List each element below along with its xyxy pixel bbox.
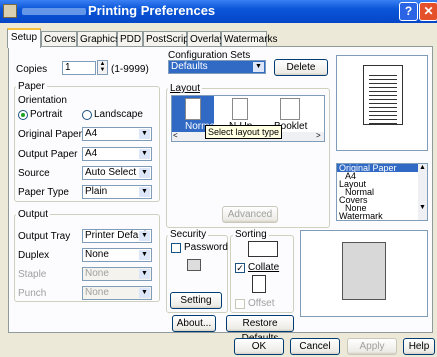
chevron-down-icon: ▼ <box>139 231 150 241</box>
duplex-select[interactable]: None ▼ <box>82 248 152 262</box>
scroll-left-icon[interactable]: < <box>173 131 178 140</box>
landscape-label: Landscape <box>94 109 143 120</box>
config-sets-select[interactable]: Defaults ▼ <box>168 60 266 74</box>
duplex-label: Duplex <box>18 250 50 261</box>
punch-label: Punch <box>18 288 47 299</box>
tab-graphics[interactable]: Graphics <box>77 31 120 47</box>
chevron-down-icon: ▼ <box>139 149 150 159</box>
paper-type-value: Plain <box>85 186 108 197</box>
offset-checkbox[interactable] <box>235 299 245 309</box>
collate-pages-icon <box>248 241 278 257</box>
output-tray-select[interactable]: Printer Default ▼ <box>82 229 152 243</box>
copies-input[interactable]: 1 <box>62 61 96 75</box>
about-button[interactable]: About... <box>172 315 216 332</box>
source-select[interactable]: Auto Select ▼ <box>82 166 152 180</box>
offset-label: Offset <box>248 298 275 309</box>
copies-range: (1-9999) <box>111 64 149 75</box>
chevron-down-icon: ▼ <box>139 187 150 197</box>
collate-label: Collate <box>248 262 280 273</box>
sorting-group-title: Sorting <box>233 229 269 240</box>
paper-type-label: Paper Type <box>18 187 69 198</box>
source-value: Auto Select <box>85 167 137 178</box>
paper-group-title: Paper <box>16 81 47 92</box>
summary-item: Watermark <box>339 211 383 221</box>
summary-scrollbar[interactable]: ▲ ▼ <box>418 164 427 220</box>
collate-checkbox[interactable]: ✓ <box>235 263 245 273</box>
original-paper-select[interactable]: A4 ▼ <box>82 127 152 141</box>
tab-pdd[interactable]: PDD <box>117 31 143 47</box>
config-sets-value: Defaults <box>171 61 208 72</box>
punch-value: None <box>85 287 109 298</box>
output-paper-label: Output Paper <box>18 149 78 160</box>
chevron-down-icon: ▼ <box>139 288 150 298</box>
duplex-value: None <box>85 249 109 260</box>
offset-stack-icon <box>252 275 266 293</box>
title-bar[interactable]: Printing Preferences ? ✕ <box>0 0 437 23</box>
layout-group-title: Layout <box>168 83 203 94</box>
layout-normal-icon <box>185 98 201 120</box>
chevron-down-icon: ▼ <box>139 168 150 178</box>
staple-select[interactable]: None ▼ <box>82 267 152 281</box>
output-group-title: Output <box>16 209 51 220</box>
copies-spinner[interactable]: ▲ ▼ <box>97 60 108 75</box>
portrait-label: Portrait <box>30 109 63 120</box>
lock-icon <box>187 259 201 271</box>
close-icon[interactable]: ✕ <box>419 2 437 21</box>
printer-body-icon <box>342 242 386 300</box>
original-paper-value: A4 <box>85 128 98 139</box>
copies-label: Copies <box>16 64 48 75</box>
punch-select[interactable]: None ▼ <box>82 286 152 300</box>
chevron-down-icon: ▼ <box>139 269 150 279</box>
orientation-label: Orientation <box>18 95 67 106</box>
cancel-button[interactable]: Cancel <box>290 338 340 355</box>
help-button[interactable]: Help <box>403 338 435 355</box>
settings-summary-list[interactable]: Original Paper A4 Layout Normal Covers N… <box>336 163 428 221</box>
output-tray-label: Output Tray <box>18 231 71 242</box>
landscape-radio[interactable] <box>82 110 92 120</box>
window-title: Printing Preferences <box>88 3 216 18</box>
tab-setup[interactable]: Setup <box>7 28 41 48</box>
layout-nup-icon <box>232 98 248 120</box>
output-paper-select[interactable]: A4 ▼ <box>82 147 152 161</box>
staple-value: None <box>85 268 109 279</box>
advanced-button[interactable]: Advanced <box>222 206 278 223</box>
tab-covers[interactable]: Covers <box>41 31 77 47</box>
layout-tooltip: Select layout type <box>205 125 283 139</box>
scroll-right-icon[interactable]: > <box>316 131 321 140</box>
chevron-down-icon: ▼ <box>253 62 264 72</box>
original-paper-label: Original Paper <box>18 129 82 140</box>
chevron-down-icon: ▼ <box>139 250 150 260</box>
paper-type-select[interactable]: Plain ▼ <box>82 185 152 199</box>
page-preview-icon <box>363 65 403 125</box>
help-title-button[interactable]: ? <box>399 2 418 21</box>
ok-button[interactable]: OK <box>234 338 284 355</box>
staple-label: Staple <box>18 269 47 280</box>
delete-button[interactable]: Delete <box>274 59 328 76</box>
chevron-down-icon: ▼ <box>139 129 150 139</box>
printer-icon <box>3 4 17 18</box>
source-label: Source <box>18 168 50 179</box>
printer-name-blurred <box>22 8 86 15</box>
tab-watermarks[interactable]: Watermarks <box>221 31 278 47</box>
tab-postscript[interactable]: PostScript <box>143 31 192 47</box>
security-setting-button[interactable]: Setting <box>170 292 222 309</box>
security-group-title: Security <box>168 229 209 240</box>
portrait-radio[interactable] <box>18 110 28 120</box>
layout-booklet-icon <box>280 98 300 120</box>
apply-button[interactable]: Apply <box>347 338 397 355</box>
password-checkbox[interactable] <box>171 243 181 253</box>
tab-overlay[interactable]: Overlay <box>187 31 224 47</box>
output-paper-value: A4 <box>85 148 98 159</box>
password-label: Password <box>184 242 228 253</box>
restore-defaults-button[interactable]: Restore Defaults <box>226 315 294 344</box>
